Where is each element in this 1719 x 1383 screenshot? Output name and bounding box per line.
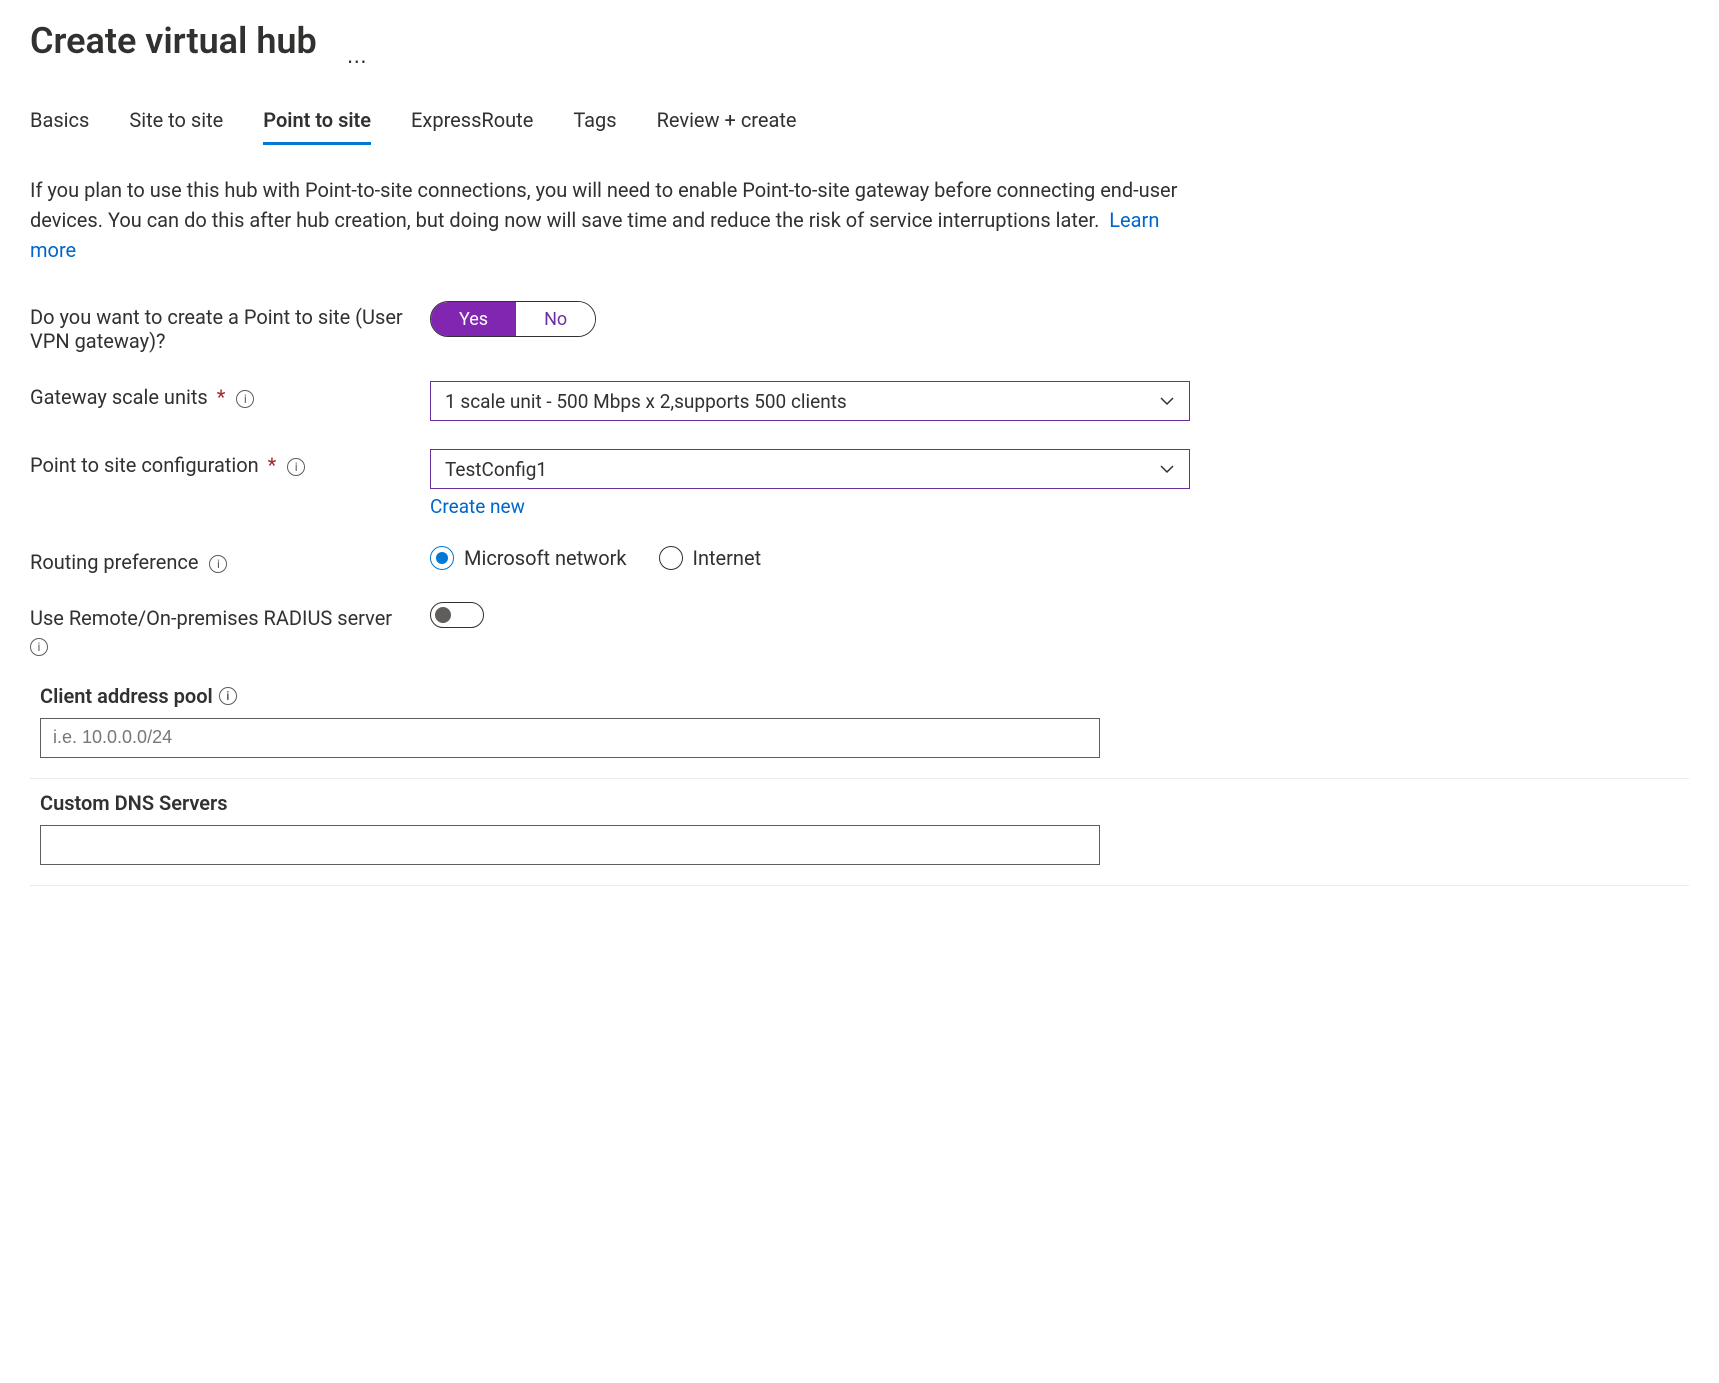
required-asterisk: * xyxy=(268,453,277,477)
radius-toggle[interactable] xyxy=(430,602,484,628)
tab-basics[interactable]: Basics xyxy=(30,102,89,145)
tab-bar: Basics Site to site Point to site Expres… xyxy=(30,102,1689,145)
info-icon[interactable]: i xyxy=(287,458,305,476)
routing-pref-msnetwork-label: Microsoft network xyxy=(464,546,627,570)
scale-units-select[interactable]: 1 scale unit - 500 Mbps x 2,supports 500… xyxy=(430,381,1190,421)
tab-point-to-site[interactable]: Point to site xyxy=(263,102,371,145)
routing-pref-internet[interactable]: Internet xyxy=(659,546,762,570)
create-p2s-no[interactable]: No xyxy=(516,302,595,336)
chevron-down-icon xyxy=(1159,393,1175,409)
tab-review-create[interactable]: Review + create xyxy=(657,102,797,145)
page-title: Create virtual hub xyxy=(30,20,317,62)
scale-units-label: Gateway scale units xyxy=(30,385,208,409)
create-p2s-label: Do you want to create a Point to site (U… xyxy=(30,301,430,353)
info-icon[interactable]: i xyxy=(219,687,237,705)
radius-label: Use Remote/On-premises RADIUS server xyxy=(30,606,392,630)
p2s-config-select[interactable]: TestConfig1 xyxy=(430,449,1190,489)
tab-site-to-site[interactable]: Site to site xyxy=(129,102,223,145)
create-p2s-toggle[interactable]: Yes No xyxy=(430,301,596,337)
p2s-config-value: TestConfig1 xyxy=(445,458,547,481)
radio-icon xyxy=(659,546,683,570)
section-divider xyxy=(30,778,1689,779)
required-asterisk: * xyxy=(217,385,226,409)
intro-text: If you plan to use this hub with Point-t… xyxy=(30,175,1180,265)
create-p2s-yes[interactable]: Yes xyxy=(431,302,516,336)
scale-units-value: 1 scale unit - 500 Mbps x 2,supports 500… xyxy=(445,390,847,413)
info-icon[interactable]: i xyxy=(236,390,254,408)
p2s-config-label: Point to site configuration xyxy=(30,453,259,477)
info-icon[interactable]: i xyxy=(209,555,227,573)
dns-input[interactable] xyxy=(40,825,1100,865)
intro-body: If you plan to use this hub with Point-t… xyxy=(30,178,1177,232)
tab-expressroute[interactable]: ExpressRoute xyxy=(411,102,533,145)
info-icon[interactable]: i xyxy=(30,638,48,656)
radio-icon xyxy=(430,546,454,570)
more-actions-icon[interactable]: ⋯ xyxy=(347,49,369,73)
routing-pref-label: Routing preference xyxy=(30,550,198,574)
create-new-link[interactable]: Create new xyxy=(430,495,1190,518)
routing-pref-internet-label: Internet xyxy=(693,546,762,570)
client-pool-input[interactable] xyxy=(40,718,1100,758)
dns-header: Custom DNS Servers xyxy=(40,791,228,815)
toggle-knob-icon xyxy=(435,607,451,623)
chevron-down-icon xyxy=(1159,461,1175,477)
routing-pref-msnetwork[interactable]: Microsoft network xyxy=(430,546,627,570)
tab-tags[interactable]: Tags xyxy=(573,102,616,145)
section-divider xyxy=(30,885,1689,886)
client-pool-header: Client address pool xyxy=(40,684,213,708)
